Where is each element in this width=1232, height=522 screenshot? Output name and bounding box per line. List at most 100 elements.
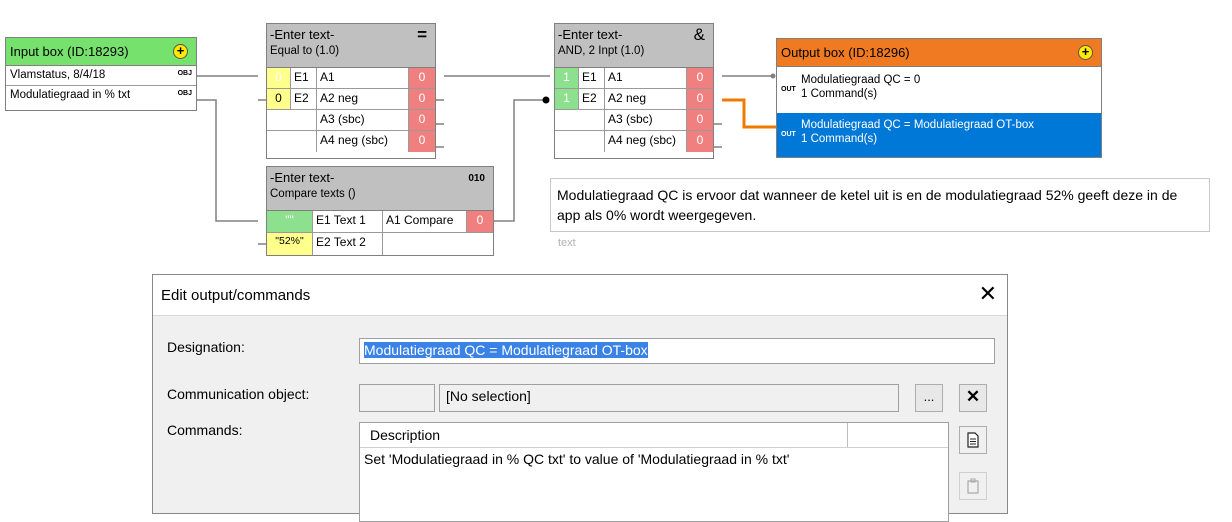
block-row-e1[interactable]: 0 E1 A1 0 [267,68,435,89]
wire-junction-dot [542,96,550,104]
output-item-count: 1 Command(s) [801,133,878,145]
block-subtitle: Equal to (1.0) [270,45,340,57]
wire-compare-to-and-e2 [494,99,546,222]
block-title: -Enter text- [558,27,623,42]
block-row-a3[interactable]: A3 (sbc) 0 [555,110,713,131]
empty-input-cell [267,110,317,130]
empty-input-cell [555,131,605,152]
comment-type-label: text [558,237,576,249]
output-value-a3: 0 [409,110,435,130]
column-header-empty[interactable] [848,423,948,447]
block-title: -Enter text- [270,27,335,42]
block-subtitle: Compare texts () [270,188,356,200]
edit-output-dialog[interactable]: Edit output/commands ✕ Designation: Modu… [152,274,1008,522]
output-box[interactable]: Output box (ID:18296) + OUT Modulatiegra… [776,38,1102,158]
compare-texts-block[interactable]: -Enter text- Compare texts () 010 "" E1 … [266,166,494,256]
compare-block-header[interactable]: -Enter text- Compare texts () 010 [267,167,493,211]
designation-value: Modulatiegraad QC = Modulatiegraad OT-bo… [364,342,648,358]
comm-object-field[interactable]: [No selection] [439,384,899,412]
input-name-e1: E1 [579,68,605,88]
block-row-e1-text[interactable]: "" E1 Text 1 A1 Compare 0 [267,211,493,233]
block-title: -Enter text- [270,170,335,185]
block-row-a4[interactable]: A4 neg (sbc) 0 [267,131,435,152]
output-name-a3: A3 (sbc) [317,110,409,130]
output-item-count: 1 Command(s) [801,88,878,100]
designation-input[interactable]: Modulatiegraad QC = Modulatiegraad OT-bo… [359,338,995,364]
equal-block-header[interactable]: -Enter text- Equal to (1.0) = [267,24,435,68]
commands-table[interactable]: Description Set 'Modulatiegraad in % QC … [359,422,949,522]
block-row-e2-text[interactable]: "52%" E2 Text 2 [267,233,493,255]
output-item-selected[interactable]: OUT Modulatiegraad QC = Modulatiegraad O… [777,113,1101,157]
output-value-a2: 0 [687,89,713,109]
input-row-vlamstatus[interactable]: Vlamstatus, 8/4/18 OBJ [6,66,196,86]
browse-button[interactable]: ... [915,384,943,412]
output-name-a3: A3 (sbc) [605,110,687,130]
close-icon[interactable]: ✕ [979,281,997,307]
empty-output-cell [383,233,493,255]
and-block-header[interactable]: -Enter text- AND, 2 Inpt (1.0) & [555,24,713,68]
input-name-text1: E1 Text 1 [313,211,383,232]
output-value-a2: 0 [409,89,435,109]
output-name-a2: A2 neg [317,89,409,109]
output-item-name: Modulatiegraad QC = Modulatiegraad OT-bo… [801,119,1035,131]
output-box-header[interactable]: Output box (ID:18296) + [777,39,1101,67]
add-icon[interactable]: + [1078,45,1093,60]
block-row-e2[interactable]: 1 E2 A2 neg 0 [555,89,713,110]
block-row-e2[interactable]: 0 E2 A2 neg 0 [267,89,435,110]
dialog-title-bar[interactable]: Edit output/commands ✕ [153,275,1007,315]
comm-object-value: [No selection] [446,388,531,404]
designation-label: Designation: [167,339,245,355]
output-name-a1: A1 [317,68,409,88]
input-value-e2: 1 [555,89,579,109]
empty-input-cell [555,110,605,130]
dialog-body: Designation: Modulatiegraad QC = Modulat… [153,315,1007,522]
dialog-title: Edit output/commands [161,287,311,304]
output-box-title: Output box (ID:18296) [781,45,910,60]
output-name-a1: A1 [605,68,687,88]
and-symbol-icon: & [693,25,705,44]
input-name-e2: E2 [291,89,317,109]
output-value-a3: 0 [687,110,713,130]
input-value-text1: "" [267,211,313,232]
input-row-modulatiegraad[interactable]: Modulatiegraad in % txt OBJ [6,86,196,106]
document-icon [967,432,979,448]
output-value-compare: 0 [467,211,493,232]
input-value-text2: "52%" [267,233,313,255]
input-box-header[interactable]: Input box (ID:18293) + [6,38,196,66]
column-header-description[interactable]: Description [360,423,848,447]
command-row[interactable]: Set 'Modulatiegraad in % QC txt' to valu… [364,451,789,467]
input-box-title: Input box (ID:18293) [10,44,129,59]
wire-endpoint-dot [770,73,776,79]
output-name-compare: A1 Compare [383,211,467,232]
and-block[interactable]: -Enter text- AND, 2 Inpt (1.0) & 1 E1 A1… [554,23,714,159]
clipboard-icon [967,478,979,494]
paste-command-button[interactable] [959,472,987,500]
equal-to-block[interactable]: -Enter text- Equal to (1.0) = 0 E1 A1 0 … [266,23,436,159]
edit-command-button[interactable] [959,426,987,454]
object-tag-icon: OBJ [177,70,192,77]
input-box[interactable]: Input box (ID:18293) + Vlamstatus, 8/4/1… [5,37,197,111]
comment-text-box[interactable]: Modulatiegraad QC is ervoor dat wanneer … [550,178,1210,232]
block-row-a4[interactable]: A4 neg (sbc) 0 [555,131,713,152]
communication-object-label: Communication object: [167,386,310,402]
add-icon[interactable]: + [173,44,188,59]
output-name-a4: A4 neg (sbc) [605,131,687,152]
commands-table-header: Description [360,423,948,448]
output-name-a2: A2 neg [605,89,687,109]
out-tag-icon: OUT [781,131,796,138]
out-tag-icon: OUT [781,86,796,93]
input-name-e1: E1 [291,68,317,88]
block-row-a3[interactable]: A3 (sbc) 0 [267,110,435,131]
block-row-e1[interactable]: 1 E1 A1 0 [555,68,713,89]
input-name-e2: E2 [579,89,605,109]
empty-input-cell [267,131,317,152]
comm-object-id-field[interactable] [359,384,435,412]
clear-icon[interactable]: ✕ [959,384,987,412]
output-item-name: Modulatiegraad QC = 0 [801,74,921,86]
output-item[interactable]: OUT Modulatiegraad QC = 0 1 Command(s) [777,68,1101,112]
input-row-label: Vlamstatus, 8/4/18 [10,69,106,81]
commands-label: Commands: [167,422,243,438]
input-row-label: Modulatiegraad in % txt [10,89,131,101]
output-value-a4: 0 [409,131,435,152]
output-value-a1: 0 [409,68,435,88]
